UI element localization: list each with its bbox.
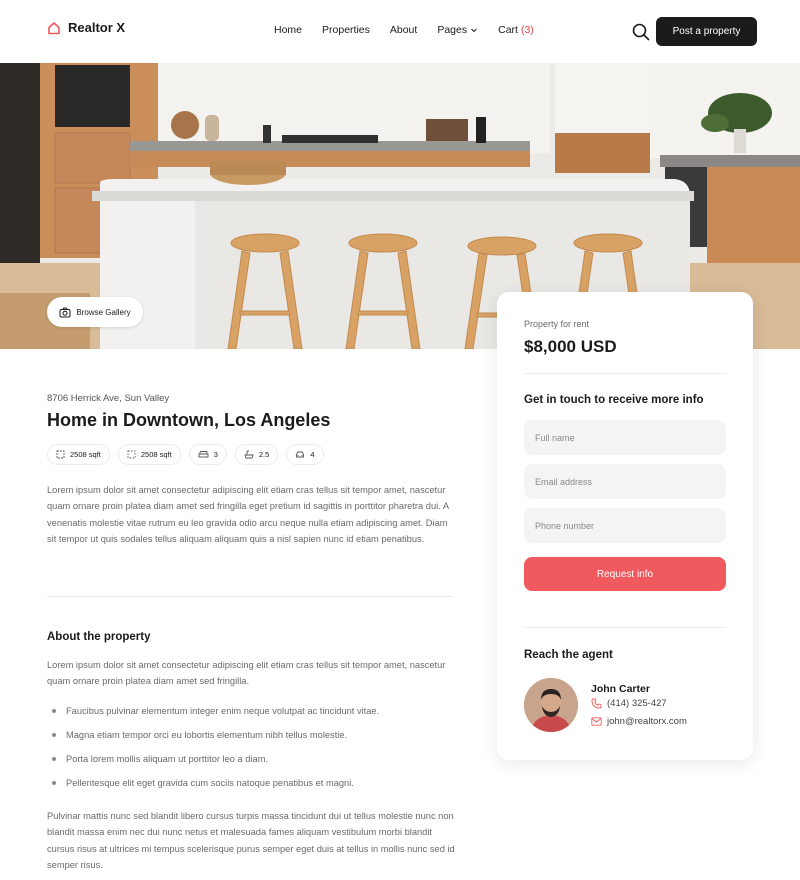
feature-baths-value: 2.5: [258, 450, 270, 459]
agent-name: John Carter: [591, 683, 650, 695]
bed-icon: [198, 451, 209, 458]
feature-lot: 2508 sqft: [117, 444, 181, 465]
property-title: Home in Downtown, Los Angeles: [47, 410, 331, 430]
lot-icon: [127, 450, 136, 459]
email-field[interactable]: [524, 464, 726, 499]
post-property-button[interactable]: Post a property: [656, 17, 757, 46]
list-item: Faucibus pulvinar elementum integer enim…: [52, 703, 379, 727]
search-icon[interactable]: [631, 22, 651, 42]
cart-count-badge: (3): [520, 24, 534, 36]
about-title: About the property: [47, 631, 151, 643]
agent-photo: [524, 678, 578, 732]
agent-title: Reach the agent: [524, 649, 613, 661]
feature-garage: 4: [286, 444, 324, 465]
bullet-icon: [52, 757, 56, 761]
bath-icon: [244, 450, 254, 459]
property-features: 2508 sqft 2508 sqft 3 2.5 4: [47, 444, 324, 465]
feature-baths: 2.5: [234, 444, 279, 465]
bullet-text: Pellentesque elit eget gravida cum socii…: [66, 778, 354, 788]
mail-icon: [591, 717, 602, 726]
chevron-down-icon: [471, 28, 477, 33]
card-divider: [524, 627, 726, 628]
bullet-text: Faucibus pulvinar elementum integer enim…: [66, 706, 380, 716]
feature-beds: 3: [188, 444, 227, 465]
list-item: Porta lorem mollis aliquam ut porttitor …: [52, 751, 379, 775]
agent-phone[interactable]: (414) 325-427: [591, 698, 667, 709]
house-logo-icon: [48, 21, 60, 34]
nav-pages-label: Pages: [437, 24, 468, 36]
contact-title: Get in touch to receive more info: [524, 394, 704, 406]
nav-cart-label: Cart: [498, 24, 518, 36]
about-closing: Pulvinar mattis nunc sed blandit libero …: [47, 811, 455, 870]
logo[interactable]: Realtor X: [47, 20, 125, 35]
bullet-text: Magna etiam tempor orci eu lobortis elem…: [66, 730, 348, 740]
feature-garage-value: 4: [310, 450, 315, 459]
feature-area: 2508 sqft: [47, 444, 110, 465]
browse-gallery-label: Browse Gallery: [76, 307, 131, 317]
bullet-icon: [52, 781, 56, 785]
car-icon: [296, 451, 305, 458]
price: $8,000 USD: [524, 337, 617, 356]
request-info-button[interactable]: Request info: [524, 557, 726, 591]
about-intro: Lorem ipsum dolor sit amet consectetur a…: [47, 660, 446, 687]
logo-text: Realtor X: [68, 20, 126, 35]
browse-gallery-button[interactable]: Browse Gallery: [47, 297, 143, 327]
property-description: Lorem ipsum dolor sit amet consectetur a…: [47, 485, 449, 544]
agent-email[interactable]: john@realtorx.com: [591, 716, 687, 727]
feature-area-value: 2508 sqft: [70, 450, 101, 459]
nav-about[interactable]: About: [390, 24, 417, 36]
agent-email-text: john@realtorx.com: [607, 716, 687, 727]
site-header: Realtor X Home Properties About Pages Ca…: [0, 0, 800, 63]
phone-icon: [591, 698, 602, 709]
feature-lot-value: 2508 sqft: [140, 450, 172, 459]
nav-properties[interactable]: Properties: [322, 24, 370, 36]
property-address: 8706 Herrick Ave, Sun Valley: [47, 393, 170, 404]
section-divider: [47, 596, 452, 597]
contact-card: Property for rent $8,000 USD Get in touc…: [497, 292, 753, 760]
phone-field[interactable]: [524, 508, 726, 543]
bullet-icon: [52, 709, 56, 713]
main-nav: Home Properties About Pages Cart (3): [274, 24, 554, 36]
agent-phone-text: (414) 325-427: [607, 698, 667, 709]
full-name-field[interactable]: [524, 420, 726, 455]
list-item: Pellentesque elit eget gravida cum socii…: [52, 775, 379, 799]
nav-home[interactable]: Home: [274, 24, 302, 36]
card-divider: [524, 373, 726, 374]
about-bullet-list: Faucibus pulvinar elementum integer enim…: [52, 703, 379, 799]
camera-icon: [59, 307, 71, 317]
list-item: Magna etiam tempor orci eu lobortis elem…: [52, 727, 379, 751]
rent-label: Property for rent: [524, 319, 590, 329]
bullet-icon: [52, 733, 56, 737]
nav-pages[interactable]: Pages: [437, 24, 478, 36]
bullet-text: Porta lorem mollis aliquam ut porttitor …: [66, 754, 269, 764]
feature-beds-value: 3: [213, 450, 218, 459]
area-icon: [56, 450, 65, 459]
agent-avatar: [524, 678, 578, 732]
nav-cart[interactable]: Cart (3): [498, 24, 534, 36]
